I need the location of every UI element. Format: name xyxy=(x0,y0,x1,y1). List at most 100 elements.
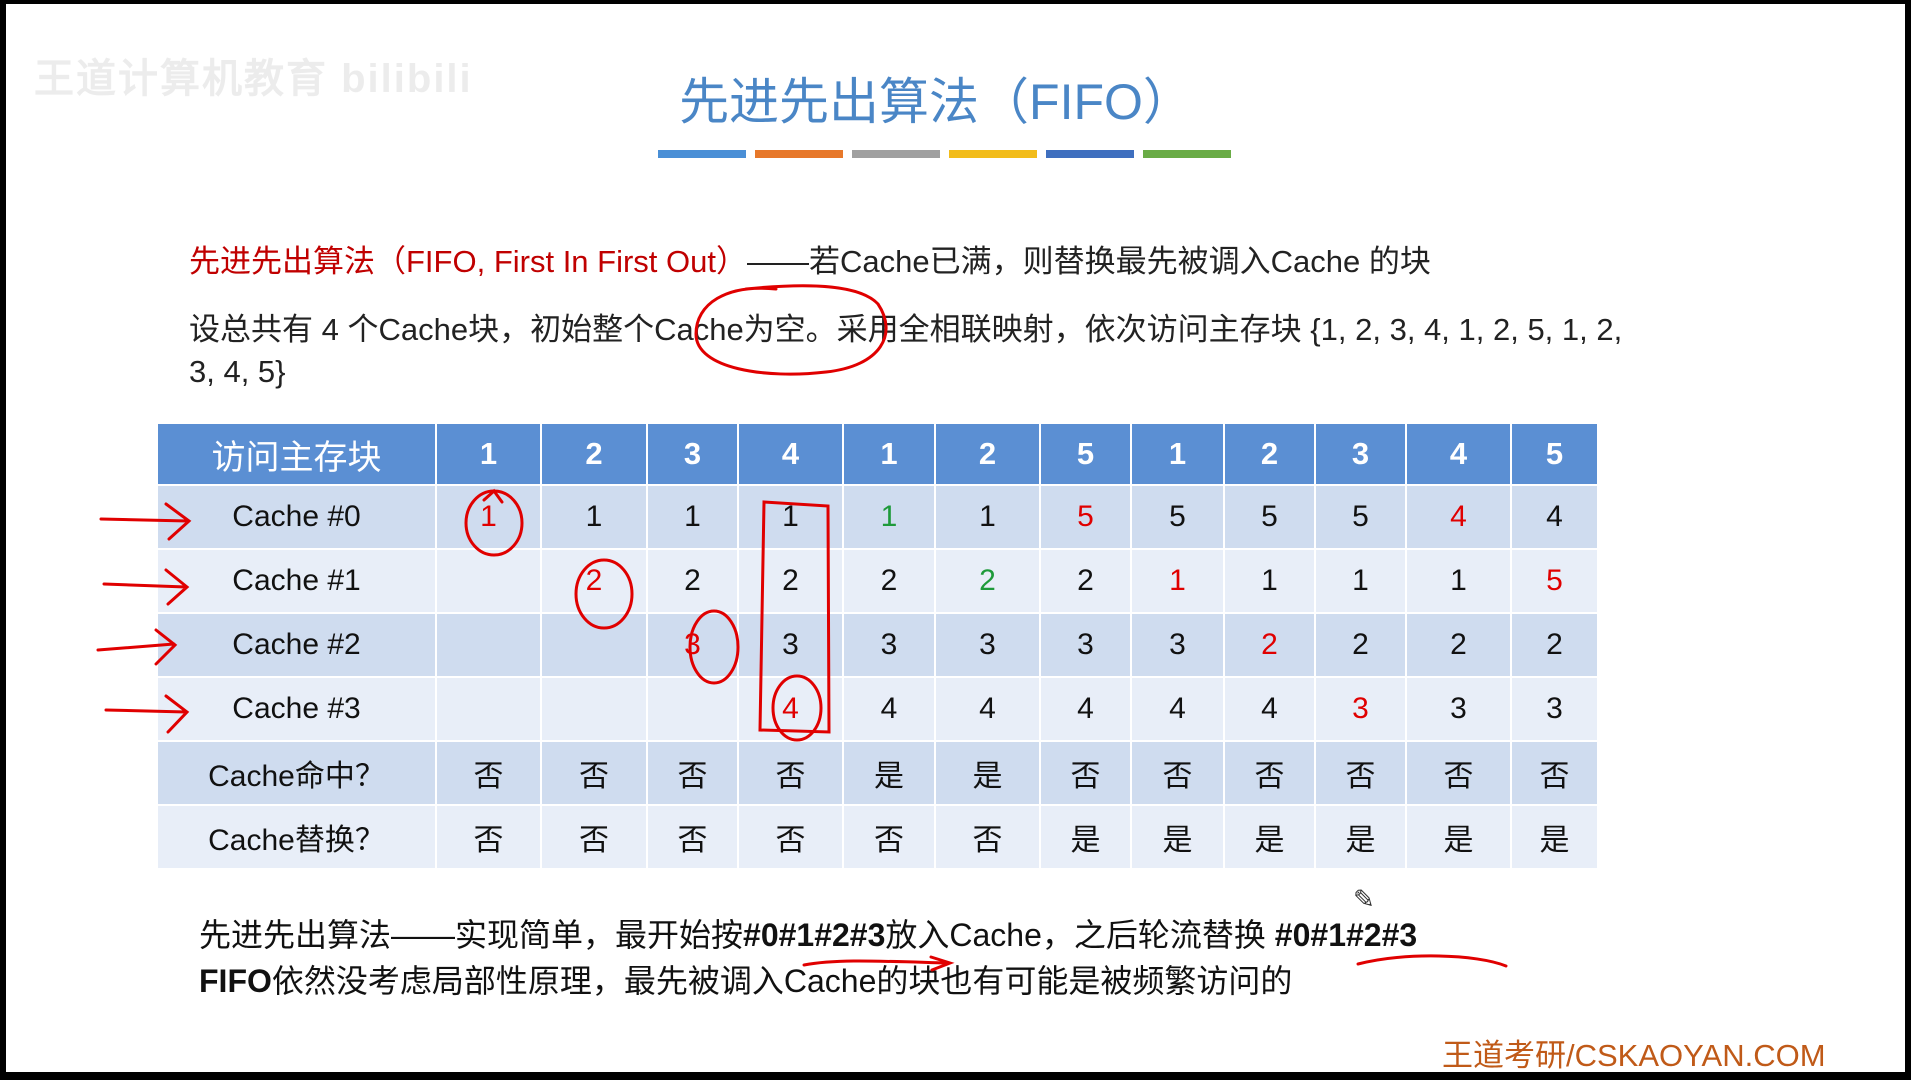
definition-line: 先进先出算法（FIFO, First In First Out）——若Cache… xyxy=(189,236,1431,281)
table-cell: 5 xyxy=(1131,485,1225,550)
row-label: Cache #2 xyxy=(158,613,437,678)
title-bar-segment xyxy=(852,150,940,158)
table-cell: 否 xyxy=(436,805,542,870)
table-cell: 4 xyxy=(1131,677,1225,742)
table-cell: 否 xyxy=(1511,741,1599,806)
brand-footer: 王道考研/CSKAOYAN.COM xyxy=(1442,1038,1826,1072)
table-cell: 是 xyxy=(1406,805,1512,870)
table-cell: 2 xyxy=(1040,549,1132,614)
table-cell: 3 xyxy=(647,613,739,678)
table-cell: 是 xyxy=(843,741,936,806)
table-cell xyxy=(647,677,739,742)
row-label: Cache #3 xyxy=(158,677,437,742)
table-cell: 3 xyxy=(1511,677,1599,742)
table-cell: 是 xyxy=(1040,805,1132,870)
pencil-icon: ✎ xyxy=(1353,884,1375,914)
table-cell: 5 xyxy=(1315,485,1407,550)
table-cell: 否 xyxy=(843,805,936,870)
setup-text: 设总共有 4 个Cache块，初始整个Cache为空。采用全相联映射，依次访问主… xyxy=(189,312,1623,389)
table-row: Cache替换？否否否否否否是是是是是是 xyxy=(158,805,1599,870)
table-cell: 1 xyxy=(738,485,844,550)
table-header-row: 访问主存块 1 2 3 4 1 2 5 1 2 3 4 5 xyxy=(158,424,1599,486)
table-cell: 3 xyxy=(843,613,936,678)
table-cell: 2 xyxy=(1406,613,1512,678)
table-cell: 否 xyxy=(436,741,542,806)
table-cell: 是 xyxy=(1131,805,1225,870)
table-cell: 否 xyxy=(541,741,648,806)
access-block-header: 2 xyxy=(541,424,648,486)
table-cell xyxy=(436,549,542,614)
table-cell: 否 xyxy=(647,805,739,870)
table-cell: 1 xyxy=(935,485,1041,550)
table-cell: 4 xyxy=(1224,677,1316,742)
table-cell: 1 xyxy=(1131,549,1225,614)
row-label: Cache #1 xyxy=(158,549,437,614)
table-cell: 否 xyxy=(738,741,844,806)
table-row: Cache #3 4 4 4 4 4 4 3 3 3 xyxy=(158,677,1599,742)
table-cell: 5 xyxy=(1040,485,1132,550)
replace-order: #0#1#2#3 xyxy=(1274,917,1418,953)
table-cell: 3 xyxy=(1131,613,1225,678)
row-label: Cache命中？ xyxy=(158,741,437,806)
access-block-header: 2 xyxy=(935,424,1041,486)
table-row: Cache #2 3 3 3 3 3 3 2 2 2 2 xyxy=(158,613,1599,678)
table-cell: 2 xyxy=(647,549,739,614)
table-cell: 2 xyxy=(738,549,844,614)
access-block-header: 3 xyxy=(1315,424,1407,486)
table-cell: 1 xyxy=(647,485,739,550)
table-cell: 否 xyxy=(647,741,739,806)
table-cell: 3 xyxy=(1040,613,1132,678)
table-cell: 否 xyxy=(738,805,844,870)
access-block-header: 2 xyxy=(1224,424,1316,486)
table-cell: 4 xyxy=(1511,485,1599,550)
table-cell: 否 xyxy=(541,805,648,870)
summary-line-2: FIFO依然没考虑局部性原理，最先被调入Cache的块也有可能是被频繁访问的 xyxy=(199,963,1293,999)
access-block-header: 1 xyxy=(436,424,542,486)
table-cell: 3 xyxy=(935,613,1041,678)
table-cell: 3 xyxy=(1406,677,1512,742)
table-cell: 是 xyxy=(1511,805,1599,870)
page-title: 先进先出算法（FIFO） xyxy=(679,74,1193,130)
title-bar-segment xyxy=(755,150,843,158)
table-cell: 5 xyxy=(1224,485,1316,550)
table-cell: 3 xyxy=(1315,677,1407,742)
table-row: Cache命中？否否否否是是否否否否否否 xyxy=(158,741,1599,806)
table-cell: 1 xyxy=(1315,549,1407,614)
title-bar-segment xyxy=(658,150,746,158)
definition-text: ——若Cache已满，则替换最先被调入Cache 的块 xyxy=(747,244,1431,279)
table-cell: 4 xyxy=(1040,677,1132,742)
access-block-header: 3 xyxy=(647,424,739,486)
access-block-header: 4 xyxy=(738,424,844,486)
table-cell: 是 xyxy=(1224,805,1316,870)
fifo-table: 访问主存块 1 2 3 4 1 2 5 1 2 3 4 5 Cache #0 1 1 1 1 1 1 5 5 5 5 4 4 Cac… xyxy=(158,424,1599,870)
table-cell: 否 xyxy=(935,805,1041,870)
table-cell: 2 xyxy=(1315,613,1407,678)
table-cell: 4 xyxy=(935,677,1041,742)
table-cell: 2 xyxy=(935,549,1041,614)
table-cell xyxy=(436,677,542,742)
access-block-header: 5 xyxy=(1511,424,1599,486)
table-cell xyxy=(541,677,648,742)
table-cell: 2 xyxy=(541,549,648,614)
table-cell: 1 xyxy=(1224,549,1316,614)
table-cell: 2 xyxy=(843,549,936,614)
table-cell: 1 xyxy=(1406,549,1512,614)
table-cell: 否 xyxy=(1131,741,1225,806)
table-cell: 5 xyxy=(1511,549,1599,614)
row-label: Cache替换？ xyxy=(158,805,437,870)
table-cell xyxy=(436,613,542,678)
table-cell: 1 xyxy=(436,485,542,550)
annotation-underline-order xyxy=(1356,954,1508,968)
table-cell: 4 xyxy=(738,677,844,742)
table-cell: 1 xyxy=(843,485,936,550)
table-row: Cache #0 1 1 1 1 1 1 5 5 5 5 4 4 xyxy=(158,485,1599,550)
access-block-header: 4 xyxy=(1406,424,1512,486)
access-block-header: 1 xyxy=(843,424,936,486)
table-cell: 2 xyxy=(1511,613,1599,678)
table-cell: 否 xyxy=(1040,741,1132,806)
title-bar-segment xyxy=(1046,150,1134,158)
title-bar-segment xyxy=(1143,150,1231,158)
title-color-bar xyxy=(658,150,1231,158)
summary-line-1: 先进先出算法——实现简单，最开始按#0#1#2#3放入Cache，之后轮流替换 … xyxy=(199,917,1418,953)
table-cell xyxy=(541,613,648,678)
